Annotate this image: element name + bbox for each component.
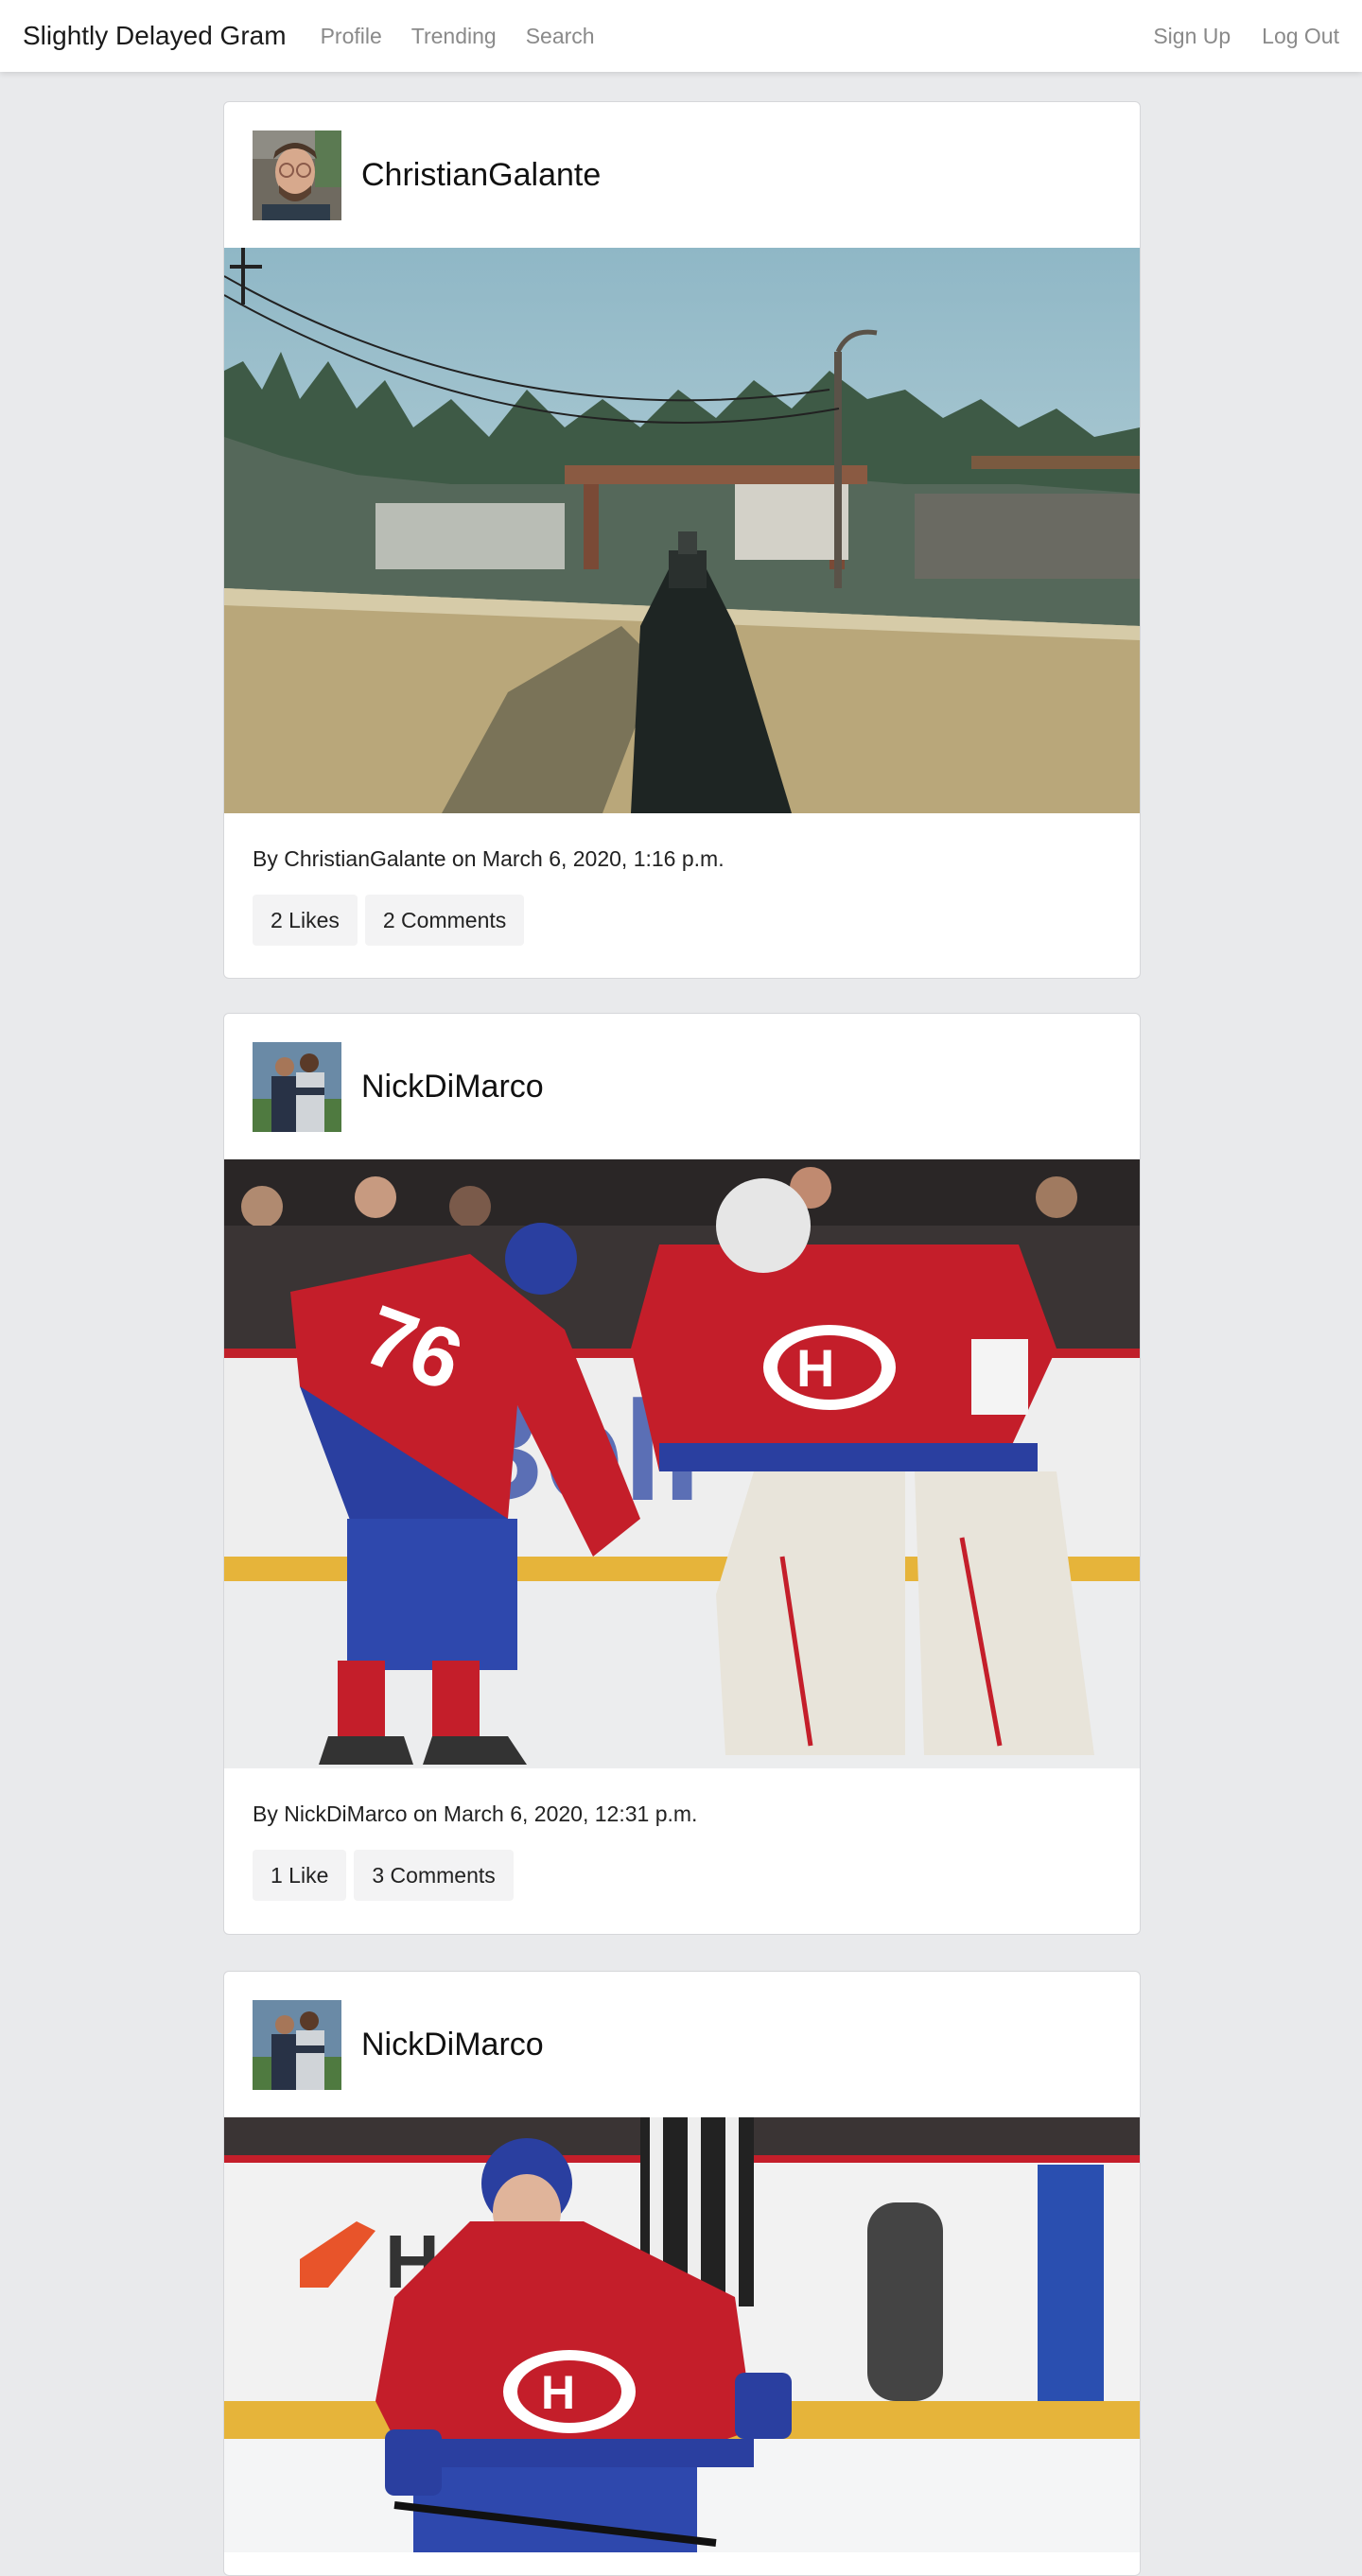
- nav-link-search[interactable]: Search: [526, 24, 595, 49]
- post-header: NickDiMarco: [224, 1014, 1140, 1159]
- avatar[interactable]: [253, 130, 341, 220]
- post-image[interactable]: [224, 248, 1140, 813]
- nav-link-profile[interactable]: Profile: [321, 24, 382, 49]
- likes-button[interactable]: 1 Like: [253, 1850, 347, 1901]
- nav-link-trending[interactable]: Trending: [411, 24, 497, 49]
- comments-button[interactable]: 2 Comments: [364, 895, 525, 946]
- post-byline: By NickDiMarco on March 6, 2020, 12:31 p…: [253, 1801, 698, 1826]
- nav-link-sign-up[interactable]: Sign Up: [1153, 24, 1231, 49]
- post-username[interactable]: NickDiMarco: [361, 1069, 544, 1105]
- avatar[interactable]: [253, 1999, 341, 2090]
- top-navbar: Slightly Delayed Gram Profile Trending S…: [0, 0, 1362, 72]
- post-username[interactable]: ChristianGalante: [361, 157, 601, 194]
- post-image[interactable]: H H: [224, 2117, 1140, 2552]
- svg-text:H: H: [541, 2366, 575, 2419]
- post-header: NickDiMarco: [224, 1972, 1140, 2117]
- comments-button[interactable]: 3 Comments: [354, 1850, 514, 1901]
- post-actions: 2 Likes 2 Comments: [253, 895, 1140, 946]
- post-username[interactable]: NickDiMarco: [361, 2027, 544, 2063]
- nav-link-log-out[interactable]: Log Out: [1262, 24, 1339, 49]
- post-card: NickDiMarco Bell: [223, 1013, 1141, 1935]
- post-actions: 1 Like 3 Comments: [253, 1850, 1140, 1901]
- brand-link[interactable]: Slightly Delayed Gram: [23, 21, 287, 51]
- likes-button[interactable]: 2 Likes: [253, 895, 358, 946]
- post-byline: By ChristianGalante on March 6, 2020, 1:…: [253, 846, 725, 871]
- avatar[interactable]: [253, 1041, 341, 1132]
- nav-right-group: Sign Up Log Out: [1122, 24, 1339, 49]
- post-image[interactable]: Bell 76 H: [224, 1159, 1140, 1768]
- post-card: NickDiMarco H H: [223, 1971, 1141, 2576]
- post-card: ChristianGalante By ChristianGalante on …: [223, 101, 1141, 979]
- svg-text:H: H: [796, 1338, 834, 1398]
- post-header: ChristianGalante: [224, 102, 1140, 248]
